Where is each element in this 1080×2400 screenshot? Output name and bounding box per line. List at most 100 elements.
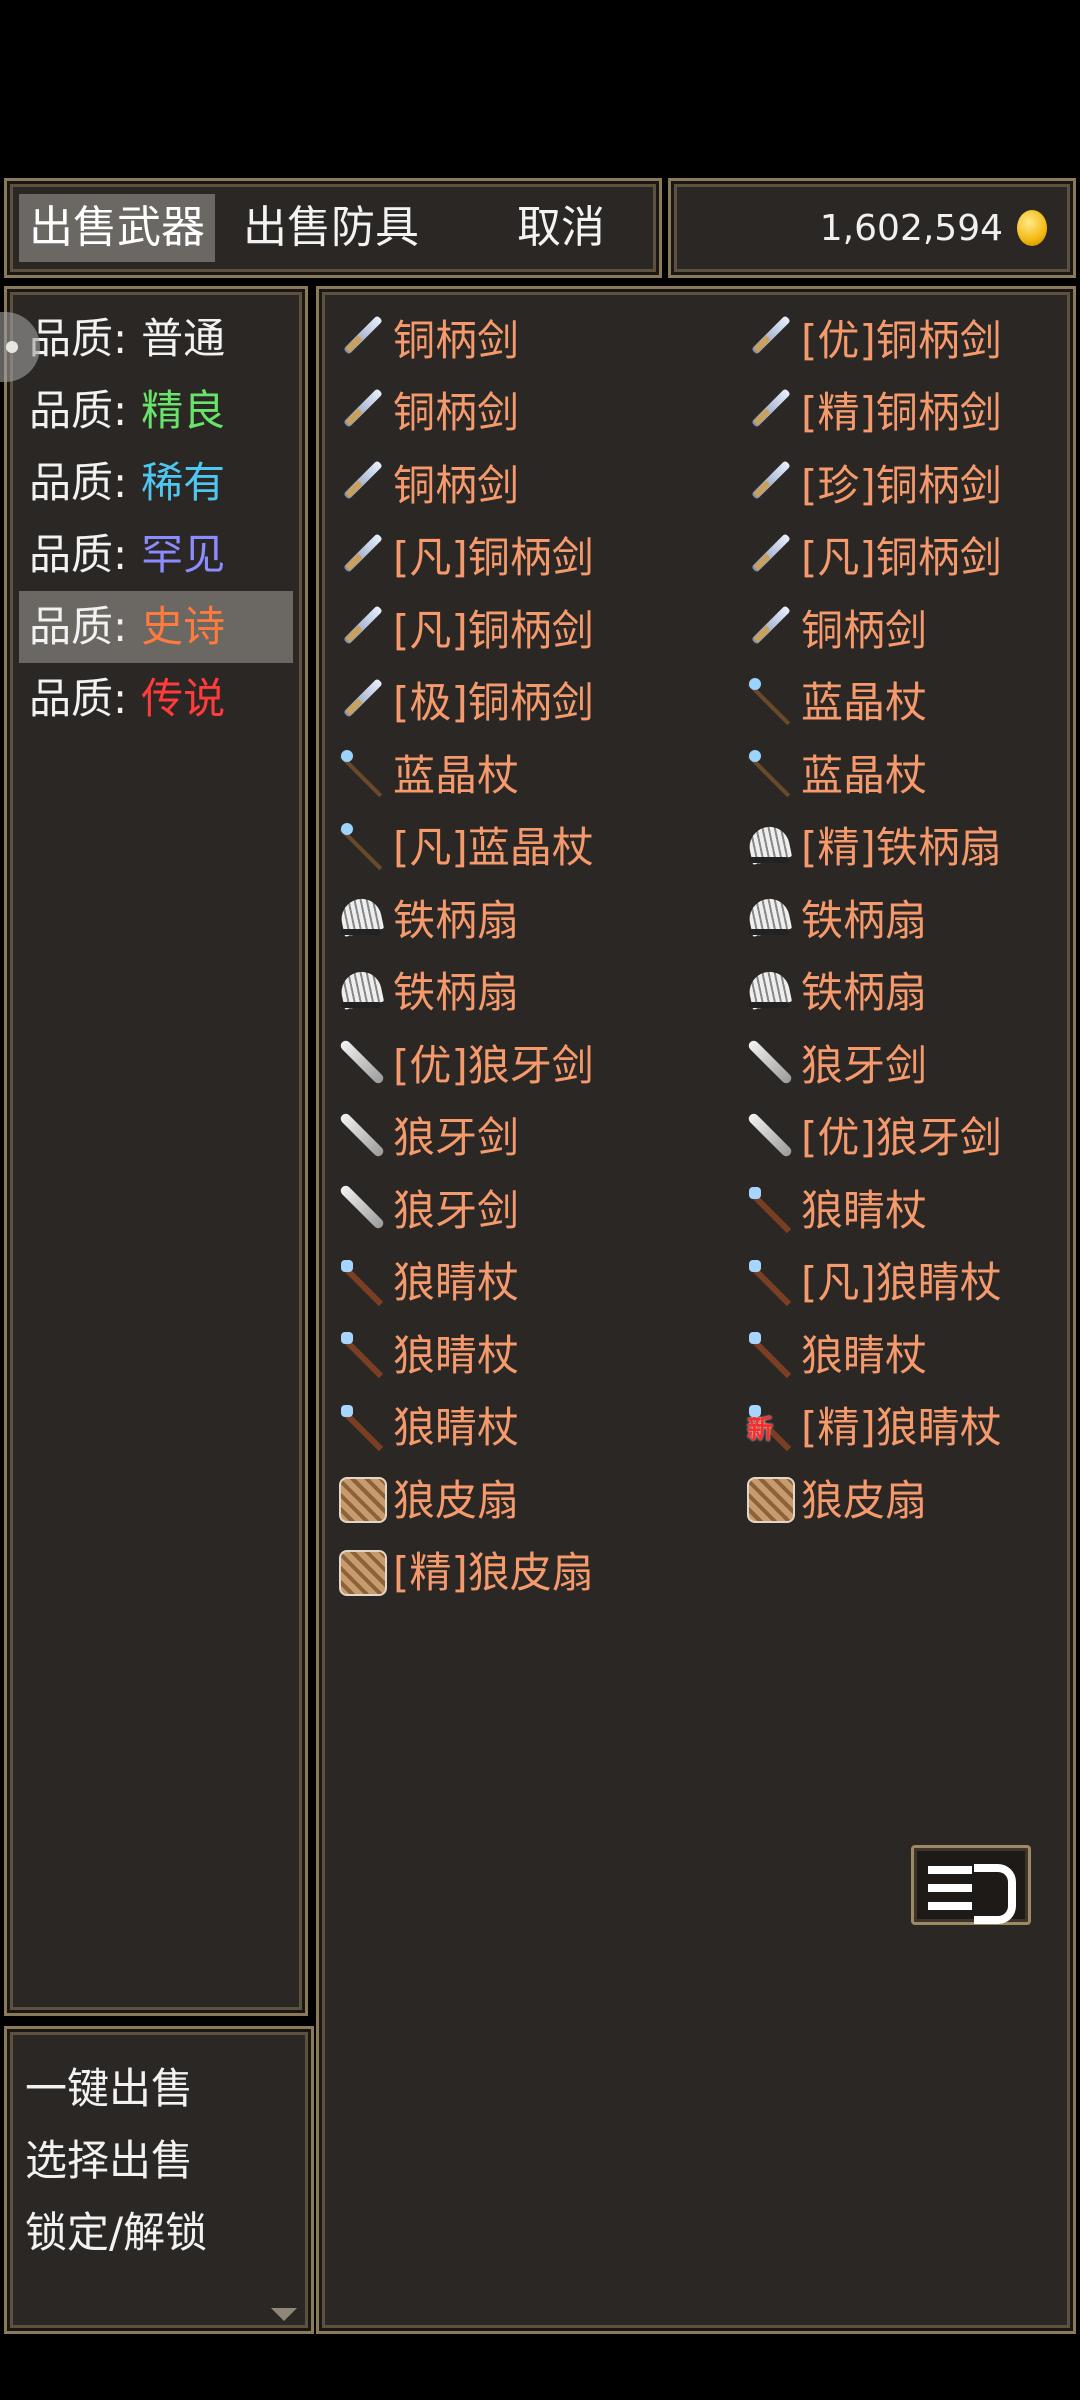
wolf-eye-staff-icon: [337, 1328, 385, 1376]
list-item[interactable]: 铜柄剑: [337, 301, 745, 374]
list-item[interactable]: 狼牙剑: [745, 1026, 1080, 1099]
quality-value: 罕见: [141, 530, 226, 579]
copper-sword-icon: [337, 313, 385, 361]
list-item[interactable]: 铁柄扇: [745, 881, 1080, 954]
copper-sword-icon: [745, 313, 793, 361]
gold-coin-icon: [1017, 210, 1047, 246]
quality-filter-panel: 品质: 普通 品质: 精良 品质: 稀有 品质: 罕见 品质: 史诗 品质: 传说: [4, 286, 308, 2016]
gold-amount: 1,602,594: [819, 207, 1003, 249]
quality-list: 品质: 普通 品质: 精良 品质: 稀有 品质: 罕见 品质: 史诗 品质: 传说: [19, 303, 293, 735]
iron-fan-icon: [745, 821, 793, 869]
inventory-panel: 铜柄剑 [优]铜柄剑 铜柄剑 [精]铜柄剑 铜柄剑 [珍]铜柄剑 [凡]铜柄剑 …: [316, 286, 1076, 2334]
list-item[interactable]: [精]铁柄扇: [745, 809, 1080, 882]
list-item[interactable]: [凡]铜柄剑: [745, 519, 1080, 592]
list-item[interactable]: [凡]铜柄剑: [337, 519, 745, 592]
inventory-grid: 铜柄剑 [优]铜柄剑 铜柄剑 [精]铜柄剑 铜柄剑 [珍]铜柄剑 [凡]铜柄剑 …: [337, 301, 1080, 1606]
list-item[interactable]: 蓝晶杖: [337, 736, 745, 809]
copper-sword-icon: [337, 603, 385, 651]
list-item[interactable]: [极]铜柄剑: [337, 664, 745, 737]
quality-value: 普通: [141, 314, 226, 363]
wolf-fang-sword-icon: [337, 1183, 385, 1231]
copper-sword-icon: [337, 386, 385, 434]
wolf-eye-staff-icon: [337, 1401, 385, 1449]
list-item[interactable]: 铜柄剑: [337, 374, 745, 447]
quality-value: 传说: [141, 674, 226, 723]
quality-item-fine[interactable]: 品质: 精良: [19, 375, 293, 447]
list-item[interactable]: 狼牙剑: [337, 1099, 745, 1172]
quick-sell-button[interactable]: 一键出售: [25, 2053, 207, 2125]
wolf-eye-staff-icon: [745, 1183, 793, 1231]
copper-sword-icon: [745, 603, 793, 651]
copper-sword-icon: [337, 676, 385, 724]
wolf-eye-staff-icon: [745, 1328, 793, 1376]
list-item[interactable]: [优]狼牙剑: [337, 1026, 745, 1099]
list-item[interactable]: 蓝晶杖: [745, 736, 1080, 809]
list-item[interactable]: 铜柄剑: [745, 591, 1080, 664]
quality-label: 品质:: [29, 602, 128, 651]
list-item[interactable]: 铁柄扇: [337, 954, 745, 1027]
quality-value: 史诗: [141, 602, 226, 651]
iron-fan-icon: [745, 893, 793, 941]
list-item[interactable]: [珍]铜柄剑: [745, 446, 1080, 519]
list-item[interactable]: [凡]铜柄剑: [337, 591, 745, 664]
wolf-eye-staff-icon: [337, 1256, 385, 1304]
blue-crystal-staff-icon: [745, 676, 793, 724]
list-item[interactable]: 狼皮扇: [337, 1461, 745, 1534]
wolf-fang-sword-icon: [337, 1038, 385, 1086]
list-item[interactable]: [凡]蓝晶杖: [337, 809, 745, 882]
list-item[interactable]: 新 [精]狼睛杖: [745, 1389, 1080, 1462]
quality-item-uncommon[interactable]: 品质: 罕见: [19, 519, 293, 591]
list-item[interactable]: [优]铜柄剑: [745, 301, 1080, 374]
wolf-fang-sword-icon: [337, 1111, 385, 1159]
sort-button[interactable]: [911, 1845, 1031, 1925]
list-item[interactable]: 狼睛杖: [337, 1244, 745, 1317]
list-item[interactable]: [精]狼皮扇: [337, 1534, 745, 1607]
cancel-button[interactable]: 取消: [507, 194, 615, 262]
list-item[interactable]: 狼皮扇: [745, 1461, 1080, 1534]
quality-value: 精良: [141, 386, 226, 435]
copper-sword-icon: [337, 531, 385, 579]
quality-item-legendary[interactable]: 品质: 传说: [19, 663, 293, 735]
iron-fan-icon: [745, 966, 793, 1014]
iron-fan-icon: [337, 893, 385, 941]
action-list: 一键出售 选择出售 锁定/解锁: [25, 2053, 207, 2269]
tab-bar: 出售武器 出售防具 取消: [4, 178, 662, 278]
list-item[interactable]: [优]狼牙剑: [745, 1099, 1080, 1172]
list-item[interactable]: [凡]狼睛杖: [745, 1244, 1080, 1317]
wolf-eye-staff-icon: 新: [745, 1401, 793, 1449]
list-item[interactable]: 狼睛杖: [337, 1316, 745, 1389]
copper-sword-icon: [745, 531, 793, 579]
quality-item-common[interactable]: 品质: 普通: [19, 303, 293, 375]
list-item[interactable]: 蓝晶杖: [745, 664, 1080, 737]
copper-sword-icon: [745, 386, 793, 434]
quality-item-rare[interactable]: 品质: 稀有: [19, 447, 293, 519]
list-item[interactable]: 铁柄扇: [337, 881, 745, 954]
quality-item-epic[interactable]: 品质: 史诗: [19, 591, 293, 663]
quality-label: 品质:: [29, 314, 128, 363]
quality-label: 品质:: [29, 386, 128, 435]
list-item[interactable]: 铁柄扇: [745, 954, 1080, 1027]
tab-sell-armor[interactable]: 出售防具: [233, 194, 429, 262]
list-item[interactable]: [精]铜柄剑: [745, 374, 1080, 447]
scroll-down-icon[interactable]: [271, 2308, 297, 2321]
wolf-eye-staff-icon: [745, 1256, 793, 1304]
list-item[interactable]: 铜柄剑: [337, 446, 745, 519]
lock-unlock-button[interactable]: 锁定/解锁: [25, 2197, 207, 2269]
list-item[interactable]: 狼睛杖: [745, 1171, 1080, 1244]
copper-sword-icon: [337, 458, 385, 506]
copper-sword-icon: [745, 458, 793, 506]
actions-panel: 一键出售 选择出售 锁定/解锁: [4, 2026, 314, 2334]
tab-sell-weapons[interactable]: 出售武器: [19, 194, 215, 262]
wolf-leather-fan-icon: [337, 1473, 387, 1524]
list-item[interactable]: 狼睛杖: [337, 1389, 745, 1462]
list-item[interactable]: 狼牙剑: [337, 1171, 745, 1244]
blue-crystal-staff-icon: [337, 748, 385, 796]
select-sell-button[interactable]: 选择出售: [25, 2125, 207, 2197]
blue-crystal-staff-icon: [745, 748, 793, 796]
wolf-fang-sword-icon: [745, 1111, 793, 1159]
quality-label: 品质:: [29, 530, 128, 579]
list-item[interactable]: 狼睛杖: [745, 1316, 1080, 1389]
quality-label: 品质:: [29, 674, 128, 723]
quality-value: 稀有: [141, 458, 226, 507]
quality-label: 品质:: [29, 458, 128, 507]
